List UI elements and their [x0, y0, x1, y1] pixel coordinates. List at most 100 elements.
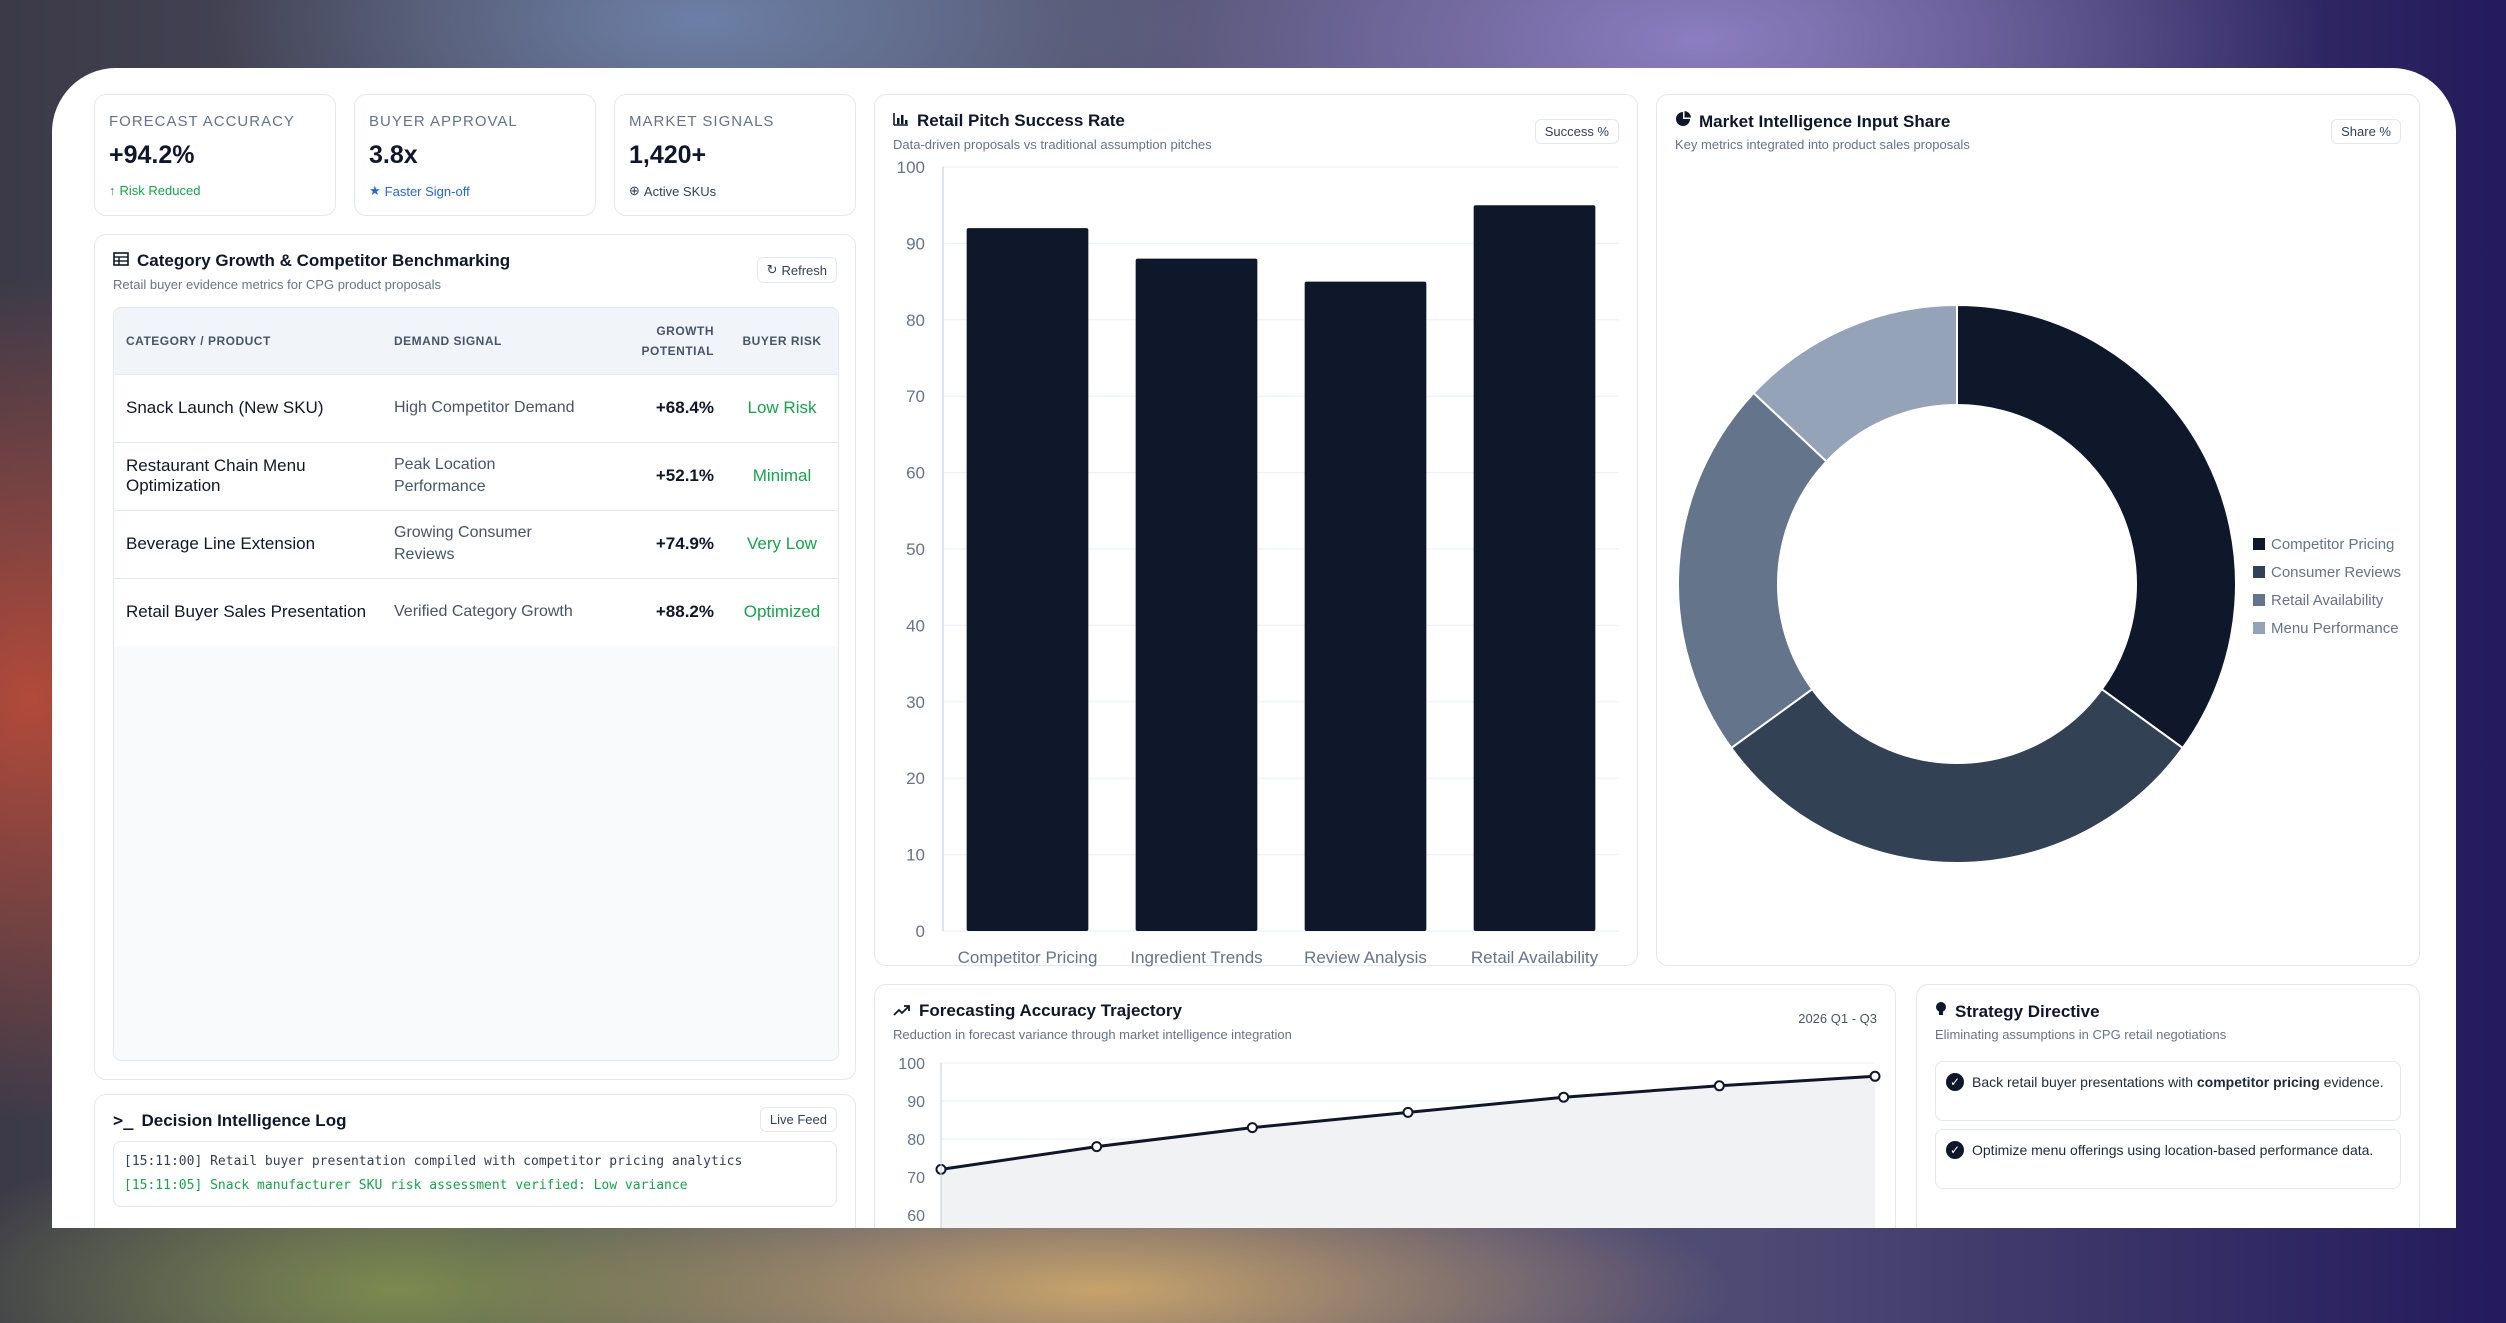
- live-feed-badge: Live Feed: [759, 1107, 837, 1132]
- strategy-subtitle: Eliminating assumptions in CPG retail ne…: [1935, 1027, 2227, 1042]
- star-icon: ★: [369, 183, 381, 198]
- strategy-title: Strategy Directive: [1935, 1001, 2100, 1022]
- kpi-card-forecast: FORECAST ACCURACY +94.2% ↑ Risk Reduced: [94, 94, 336, 216]
- check-circle-icon: ✓: [1946, 1073, 1964, 1091]
- decision-log-card: >_ Decision Intelligence Log Live Feed […: [94, 1094, 856, 1228]
- y-tick-label: 60: [906, 464, 925, 483]
- kpi-card-buyer-approval: BUYER APPROVAL 3.8x ★ Faster Sign-off: [354, 94, 596, 216]
- benchmark-card: Category Growth & Competitor Benchmarkin…: [94, 234, 856, 1080]
- data-point: [1091, 1141, 1103, 1153]
- col-header-risk[interactable]: BUYER RISK: [726, 308, 838, 374]
- cell-signal: Growing Consumer Reviews: [394, 524, 532, 563]
- y-tick-label: 80: [906, 311, 925, 330]
- directive-item: ✓ Optimize menu offerings using location…: [1935, 1129, 2401, 1189]
- cell-growth: +74.9%: [655, 534, 714, 553]
- cell-product: Restaurant Chain Menu Optimization: [126, 456, 306, 495]
- bar-chart: 0 10 20 30 40 50 60 70 80 90 100 Competitor Pricing…: [897, 158, 1619, 967]
- benchmark-subtitle: Retail buyer evidence metrics for CPG pr…: [113, 277, 442, 292]
- globe-icon: ⊕: [629, 183, 640, 198]
- benchmark-table: CATEGORY / PRODUCT DEMAND SIGNAL GROWTH …: [113, 307, 839, 1061]
- x-tick-label: Review Analysis: [1304, 948, 1427, 967]
- cell-signal: High Competitor Demand: [394, 399, 575, 416]
- cell-product: Beverage Line Extension: [126, 534, 316, 553]
- market-share-card: Market Intelligence Input Share Key metr…: [1656, 94, 2420, 966]
- directive-text: Optimize menu offerings using location-b…: [1972, 1142, 2374, 1158]
- table-row[interactable]: Restaurant Chain Menu Optimization Peak …: [114, 442, 838, 510]
- kpi-label: BUYER APPROVAL: [369, 113, 518, 130]
- area-fill: [941, 1076, 1875, 1228]
- cell-risk: Minimal: [752, 466, 812, 485]
- x-tick-label: Competitor Pricing: [958, 948, 1098, 967]
- kpi-value: 3.8x: [369, 141, 418, 169]
- dashboard-body: FORECAST ACCURACY +94.2% ↑ Risk Reduced …: [74, 68, 2434, 1228]
- refresh-button[interactable]: ↻ Refresh: [756, 257, 837, 283]
- kpi-label: FORECAST ACCURACY: [109, 113, 295, 130]
- kpi-value: +94.2%: [109, 141, 195, 169]
- cell-growth: +88.2%: [655, 602, 714, 622]
- cell-risk: Low Risk: [747, 398, 817, 417]
- y-tick-label: 0: [916, 922, 925, 941]
- y-tick-label: 20: [906, 769, 925, 788]
- terminal-icon: >_: [113, 1111, 134, 1131]
- y-tick-label: 100: [898, 1056, 925, 1073]
- data-point: [1246, 1122, 1258, 1134]
- y-tick-label: 30: [906, 693, 925, 712]
- x-tick-label: Ingredient Trends: [1130, 948, 1262, 967]
- refresh-label: Refresh: [781, 262, 827, 278]
- kpi-foot: ★ Faster Sign-off: [369, 183, 470, 199]
- cell-risk: Very Low: [747, 534, 817, 553]
- y-tick-label: 90: [907, 1094, 925, 1111]
- y-tick-label: 50: [906, 540, 925, 559]
- cell-product: Retail Buyer Sales Presentation: [126, 602, 367, 622]
- legend-label: Consumer Reviews: [2271, 564, 2401, 581]
- table-header-row: CATEGORY / PRODUCT DEMAND SIGNAL GROWTH …: [114, 308, 838, 374]
- legend-swatch: [2253, 622, 2265, 634]
- col-header-growth[interactable]: GROWTH POTENTIAL: [600, 308, 726, 374]
- refresh-icon: ↻: [766, 262, 778, 277]
- bar: [966, 228, 1089, 931]
- kpi-foot-label: Risk Reduced: [119, 183, 201, 198]
- table-row[interactable]: Snack Launch (New SKU) High Competitor D…: [114, 374, 838, 442]
- lightbulb-icon: [1935, 1001, 1947, 1022]
- col-header-signal[interactable]: DEMAND SIGNAL: [382, 308, 600, 374]
- y-tick-label: 100: [897, 158, 925, 177]
- cell-risk: Optimized: [743, 602, 821, 622]
- benchmark-title: Category Growth & Competitor Benchmarkin…: [113, 251, 510, 271]
- legend-swatch: [2253, 594, 2265, 606]
- dashboard-frame: FORECAST ACCURACY +94.2% ↑ Risk Reduced …: [52, 68, 2456, 1228]
- log-line: [15:11:00] Retail buyer presentation com…: [124, 1154, 743, 1169]
- data-point: [1713, 1080, 1725, 1092]
- bar: [1135, 258, 1258, 931]
- kpi-card-market-signals: MARKET SIGNALS 1,420+ ⊕ Active SKUs: [614, 94, 856, 216]
- col-header-product[interactable]: CATEGORY / PRODUCT: [114, 308, 382, 374]
- legend-swatch: [2253, 566, 2265, 578]
- data-point: [1402, 1106, 1414, 1118]
- arrow-up-icon: ↑: [109, 183, 116, 198]
- directive-item: ✓ Back retail buyer presentations with c…: [1935, 1061, 2401, 1121]
- donut-slice: [1729, 687, 2185, 864]
- table-row[interactable]: Retail Buyer Sales Presentation Verified…: [114, 578, 838, 646]
- y-tick-label: 80: [907, 1132, 925, 1149]
- log-title: >_ Decision Intelligence Log: [113, 1111, 346, 1131]
- area-chart: 60 70 80 90 100: [898, 1056, 1881, 1228]
- log-console: [15:11:00] Retail buyer presentation com…: [113, 1141, 837, 1207]
- check-circle-icon: ✓: [1946, 1141, 1964, 1159]
- kpi-foot-label: Faster Sign-off: [384, 183, 470, 199]
- table-row[interactable]: Beverage Line Extension Growing Consumer…: [114, 510, 838, 578]
- kpi-label: MARKET SIGNALS: [629, 113, 775, 130]
- data-point: [1558, 1091, 1570, 1103]
- y-tick-label: 60: [907, 1208, 925, 1225]
- kpi-foot: ↑ Risk Reduced: [109, 183, 200, 198]
- data-point: [1869, 1070, 1881, 1082]
- legend-swatch: [2253, 538, 2265, 550]
- kpi-value: 1,420+: [629, 141, 707, 169]
- strategy-card: Strategy Directive Eliminating assumptio…: [1916, 984, 2420, 1228]
- donut-slice: [1956, 303, 2237, 750]
- directive-emphasis: competitor pricing: [2196, 1074, 2320, 1090]
- log-line: [15:11:05] Snack manufacturer SKU risk a…: [124, 1178, 688, 1193]
- legend-label: Retail Availability: [2271, 592, 2384, 609]
- kpi-foot: ⊕ Active SKUs: [629, 183, 716, 199]
- benchmark-title-text: Category Growth & Competitor Benchmarkin…: [137, 251, 511, 270]
- cell-signal: Peak Location Performance: [394, 456, 496, 495]
- cell-growth: +52.1%: [655, 466, 714, 485]
